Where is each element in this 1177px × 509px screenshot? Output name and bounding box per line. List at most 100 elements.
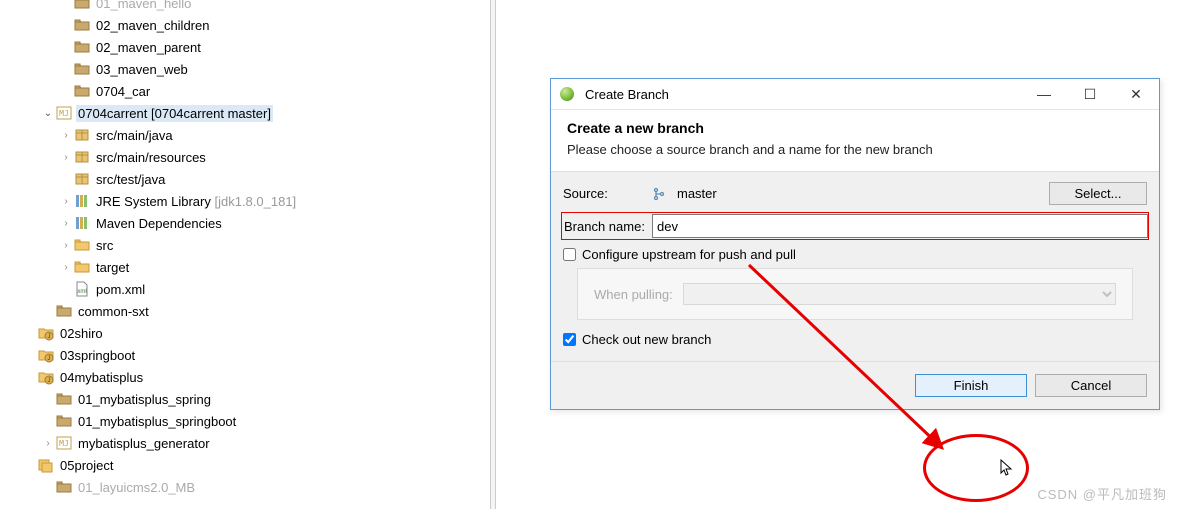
folder-closed-icon [56, 413, 72, 429]
tree-item[interactable]: ›MJmybatisplus_generator [0, 432, 490, 454]
tree-item[interactable]: 01_maven_hello [0, 0, 490, 14]
close-button[interactable]: ✕ [1113, 79, 1159, 109]
folder-closed-icon [56, 479, 72, 495]
mouse-cursor-icon [1000, 459, 1014, 477]
folder-closed-icon [74, 0, 90, 11]
tree-item[interactable]: › src/main/java [0, 124, 490, 146]
watermark: CSDN @平凡加班狗 [1037, 484, 1167, 503]
maximize-button[interactable]: ☐ [1067, 79, 1113, 109]
dialog-subheading: Please choose a source branch and a name… [567, 142, 1143, 157]
tree-item-label: target [94, 259, 131, 276]
lib-icon [74, 193, 90, 209]
branch-name-label: Branch name: [563, 219, 652, 234]
folder-closed-icon [56, 391, 72, 407]
svg-text:J: J [48, 378, 51, 384]
disclosure-triangle-icon[interactable]: › [58, 262, 74, 273]
dialog-title: Create Branch [579, 87, 1021, 102]
tree-item[interactable]: › target [0, 256, 490, 278]
tree-item[interactable]: ⌄MJ 0704carrent [0704carrent master] [0, 102, 490, 124]
disclosure-triangle-icon[interactable]: ⌄ [40, 108, 56, 119]
svg-text:MJ: MJ [59, 109, 69, 118]
jproj-icon: J [38, 347, 54, 363]
tree-item-label: src/main/java [94, 127, 175, 144]
disclosure-triangle-icon[interactable]: › [40, 438, 56, 449]
tree-item-label: 02_maven_children [94, 17, 211, 34]
mj-icon: MJ [56, 105, 72, 121]
pkg-icon [74, 149, 90, 165]
tree-item[interactable]: 01_mybatisplus_springboot [0, 410, 490, 432]
folder-closed-icon [74, 39, 90, 55]
branch-name-input[interactable] [652, 214, 1148, 238]
create-branch-dialog: Create Branch — ☐ ✕ Create a new branch … [550, 78, 1160, 410]
tree-item[interactable]: 0704_car [0, 80, 490, 102]
dialog-heading: Create a new branch [567, 120, 1143, 136]
disclosure-triangle-icon[interactable]: › [58, 240, 74, 251]
tree-item-label: 01_maven_hello [94, 0, 193, 12]
when-pulling-label: When pulling: [594, 287, 673, 302]
configure-upstream-input[interactable] [563, 248, 576, 261]
annotation-circle [923, 434, 1029, 502]
project-explorer[interactable]: 01_maven_hello 02_maven_children 02_maven_… [0, 0, 490, 501]
when-pulling-select [683, 283, 1116, 305]
tree-item[interactable]: J03springboot [0, 344, 490, 366]
checkout-new-branch-input[interactable] [563, 333, 576, 346]
tree-item-label: src/main/resources [94, 149, 208, 166]
tree-item[interactable]: 05project [0, 454, 490, 476]
tree-item[interactable]: src/test/java [0, 168, 490, 190]
tree-item-label: mybatisplus_generator [76, 435, 212, 452]
app-icon [559, 86, 575, 102]
configure-upstream-checkbox[interactable]: Configure upstream for push and pull [563, 247, 1147, 262]
dialog-titlebar[interactable]: Create Branch — ☐ ✕ [551, 79, 1159, 110]
tree-item[interactable]: xmlpom.xml [0, 278, 490, 300]
svg-text:J: J [48, 334, 51, 340]
tree-item-label: 01_layuicms2.0_MB [76, 479, 197, 496]
source-value: master [677, 186, 717, 201]
tree-item[interactable]: 02_maven_children [0, 14, 490, 36]
branch-icon [651, 186, 667, 202]
folder-icon [74, 237, 90, 253]
dialog-header: Create a new branch Please choose a sour… [551, 110, 1159, 172]
minimize-button[interactable]: — [1021, 79, 1067, 109]
tree-item-label: common-sxt [76, 303, 151, 320]
tree-item-label: 0704_car [94, 83, 152, 100]
disclosure-triangle-icon[interactable]: › [58, 218, 74, 229]
disclosure-triangle-icon[interactable]: › [58, 196, 74, 207]
cancel-button[interactable]: Cancel [1035, 374, 1147, 397]
pane-divider[interactable] [490, 0, 496, 509]
disclosure-triangle-icon[interactable]: › [58, 152, 74, 163]
tree-item-label: 02_maven_parent [94, 39, 203, 56]
tree-item[interactable]: ›Maven Dependencies [0, 212, 490, 234]
checkout-new-branch-checkbox[interactable]: Check out new branch [563, 332, 1147, 347]
tree-item[interactable]: ›JRE System Library [jdk1.8.0_181] [0, 190, 490, 212]
dialog-button-bar: Finish Cancel [551, 361, 1159, 409]
tree-item[interactable]: J04mybatisplus [0, 366, 490, 388]
tree-item[interactable]: › src [0, 234, 490, 256]
tree-item[interactable]: 02_maven_parent [0, 36, 490, 58]
tree-item-label: src [94, 237, 115, 254]
tree-item-label: 05project [58, 457, 115, 474]
tree-item[interactable]: › src/main/resources [0, 146, 490, 168]
jproj-multi-icon [38, 457, 54, 473]
jproj-icon: J [38, 369, 54, 385]
jproj-icon: J [38, 325, 54, 341]
tree-item[interactable]: common-sxt [0, 300, 490, 322]
tree-item-label: 0704carrent [0704carrent master] [76, 105, 273, 122]
folder-closed-icon [74, 83, 90, 99]
tree-item[interactable]: 03_maven_web [0, 58, 490, 80]
pkg-icon [74, 127, 90, 143]
tree-item[interactable]: 01_mybatisplus_spring [0, 388, 490, 410]
tree-item-label: 01_mybatisplus_springboot [76, 413, 238, 430]
select-source-button[interactable]: Select... [1049, 182, 1147, 205]
tree-item-label: 02shiro [58, 325, 105, 342]
folder-closed-icon [74, 61, 90, 77]
tree-item-label: src/test/java [94, 171, 167, 188]
tree-item-label: 03springboot [58, 347, 137, 364]
tree-item[interactable]: 01_layuicms2.0_MB [0, 476, 490, 498]
pkg-icon [74, 171, 90, 187]
source-label: Source: [563, 186, 651, 201]
disclosure-triangle-icon[interactable]: › [58, 130, 74, 141]
folder-closed-icon [56, 303, 72, 319]
xml-icon: xml [74, 281, 90, 297]
finish-button[interactable]: Finish [915, 374, 1027, 397]
tree-item[interactable]: J 02shiro [0, 322, 490, 344]
